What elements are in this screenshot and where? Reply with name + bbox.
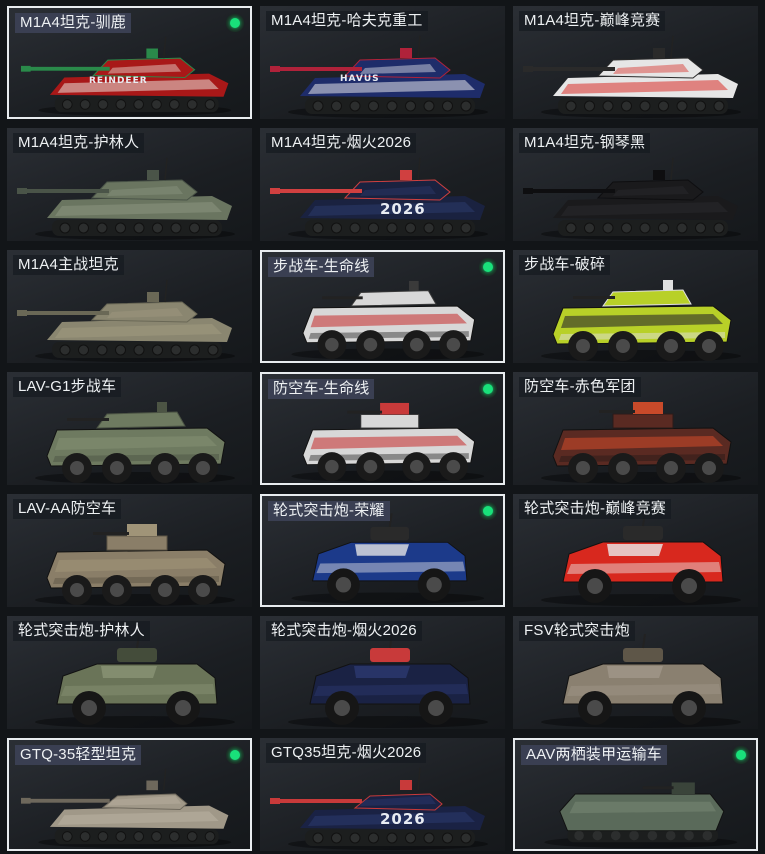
skin-card[interactable]: FSV轮式突击炮 — [513, 616, 758, 729]
skin-name-label: M1A4坦克-巅峰竞赛 — [519, 11, 666, 31]
skin-name-label: 轮式突击炮-烟火2026 — [266, 621, 422, 641]
tank-model — [17, 279, 232, 358]
skin-card[interactable]: 步战车-生命线 — [260, 250, 505, 363]
skin-card[interactable]: HAVUS M1A4坦克-哈夫克重工 — [260, 6, 505, 119]
skin-name-label: AAV两栖装甲运输车 — [521, 745, 667, 765]
wheeled-vehicle-model — [552, 280, 732, 361]
skin-name-label: 步战车-破碎 — [519, 255, 611, 275]
skin-card[interactable]: LAV-AA防空车 — [7, 494, 252, 607]
skin-card[interactable]: REINDEER M1A4坦克-驯鹿 — [7, 6, 252, 119]
skin-card[interactable]: AAV两栖装甲运输车 — [513, 738, 758, 851]
amphibious-vehicle-model — [559, 782, 725, 843]
skin-name-label: 轮式突击炮-护林人 — [13, 621, 150, 641]
skin-card[interactable]: 轮式突击炮-巅峰竞赛 — [513, 494, 758, 607]
assault-vehicle-model — [311, 513, 468, 602]
skin-name-label: FSV轮式突击炮 — [519, 621, 635, 641]
skin-name-label: LAV-G1步战车 — [13, 377, 122, 397]
skin-name-label: LAV-AA防空车 — [13, 499, 122, 519]
skin-name-label: M1A4坦克-护林人 — [13, 133, 145, 153]
wheeled-vehicle-model — [552, 402, 732, 483]
skin-name-label: M1A4坦克-哈夫克重工 — [266, 11, 428, 31]
equipped-indicator-icon — [479, 258, 497, 276]
tank-model — [20, 768, 229, 845]
skin-name-label: 防空车-赤色军团 — [519, 377, 641, 397]
skin-card[interactable]: M1A4主战坦克 — [7, 250, 252, 363]
tank-model — [523, 35, 738, 114]
tank-model — [17, 157, 232, 236]
equipped-indicator-icon — [226, 14, 244, 32]
skin-card[interactable]: 2026 GTQ35坦克-烟火2026 — [260, 738, 505, 851]
skin-card[interactable]: 步战车-破碎 — [513, 250, 758, 363]
skin-card[interactable]: LAV-G1步战车 — [7, 372, 252, 485]
vehicle-decal: 2026 — [380, 810, 426, 828]
assault-vehicle-model — [56, 633, 218, 725]
tank-model — [20, 36, 229, 113]
skin-card[interactable]: M1A4坦克-巅峰竞赛 — [513, 6, 758, 119]
tank-model — [523, 157, 738, 236]
skin-card[interactable]: 轮式突击炮-护林人 — [7, 616, 252, 729]
skin-card[interactable]: 2026 M1A4坦克-烟火2026 — [260, 128, 505, 241]
skin-card[interactable]: 防空车-赤色军团 — [513, 372, 758, 485]
tank-model — [270, 157, 485, 236]
equipped-indicator-icon — [479, 380, 497, 398]
wheeled-vehicle-model — [302, 402, 476, 482]
wheeled-vehicle-model — [302, 280, 476, 360]
skin-card[interactable]: M1A4坦克-护林人 — [7, 128, 252, 241]
vehicle-decal: HAVUS — [340, 74, 380, 84]
skin-name-label: GTQ-35轻型坦克 — [15, 745, 142, 765]
skin-card[interactable]: 防空车-生命线 — [260, 372, 505, 485]
skin-card[interactable]: 轮式突击炮-荣耀 — [260, 494, 505, 607]
skin-name-label: M1A4坦克-钢琴黑 — [519, 133, 651, 153]
skin-card[interactable]: 轮式突击炮-烟火2026 — [260, 616, 505, 729]
vehicle-decal: 2026 — [380, 200, 426, 218]
equipped-indicator-icon — [479, 502, 497, 520]
skin-name-label: 防空车-生命线 — [268, 379, 375, 399]
wheeled-vehicle-model — [46, 402, 226, 483]
skin-name-label: 步战车-生命线 — [268, 257, 375, 277]
skin-name-label: 轮式突击炮-荣耀 — [268, 501, 390, 521]
equipped-indicator-icon — [226, 746, 244, 764]
skin-name-label: 轮式突击炮-巅峰竞赛 — [519, 499, 671, 519]
skin-name-label: M1A4坦克-烟火2026 — [266, 133, 417, 153]
skin-name-label: GTQ35坦克-烟火2026 — [266, 743, 427, 763]
assault-vehicle-model — [309, 633, 471, 725]
vehicle-decal: REINDEER — [89, 76, 148, 86]
skin-name-label: M1A4主战坦克 — [13, 255, 124, 275]
wheeled-vehicle-model — [46, 524, 226, 605]
tank-model — [270, 767, 485, 846]
skin-card[interactable]: GTQ-35轻型坦克 — [7, 738, 252, 851]
skin-name-label: M1A4坦克-驯鹿 — [15, 13, 131, 33]
assault-vehicle-model — [562, 633, 724, 725]
skin-card[interactable]: M1A4坦克-钢琴黑 — [513, 128, 758, 241]
equipped-indicator-icon — [732, 746, 750, 764]
assault-vehicle-model — [562, 511, 724, 603]
vehicle-skin-grid: REINDEER M1A4坦克-驯鹿 HAVUS M1A4坦克-哈夫克重工 M1A4坦克… — [0, 0, 765, 854]
